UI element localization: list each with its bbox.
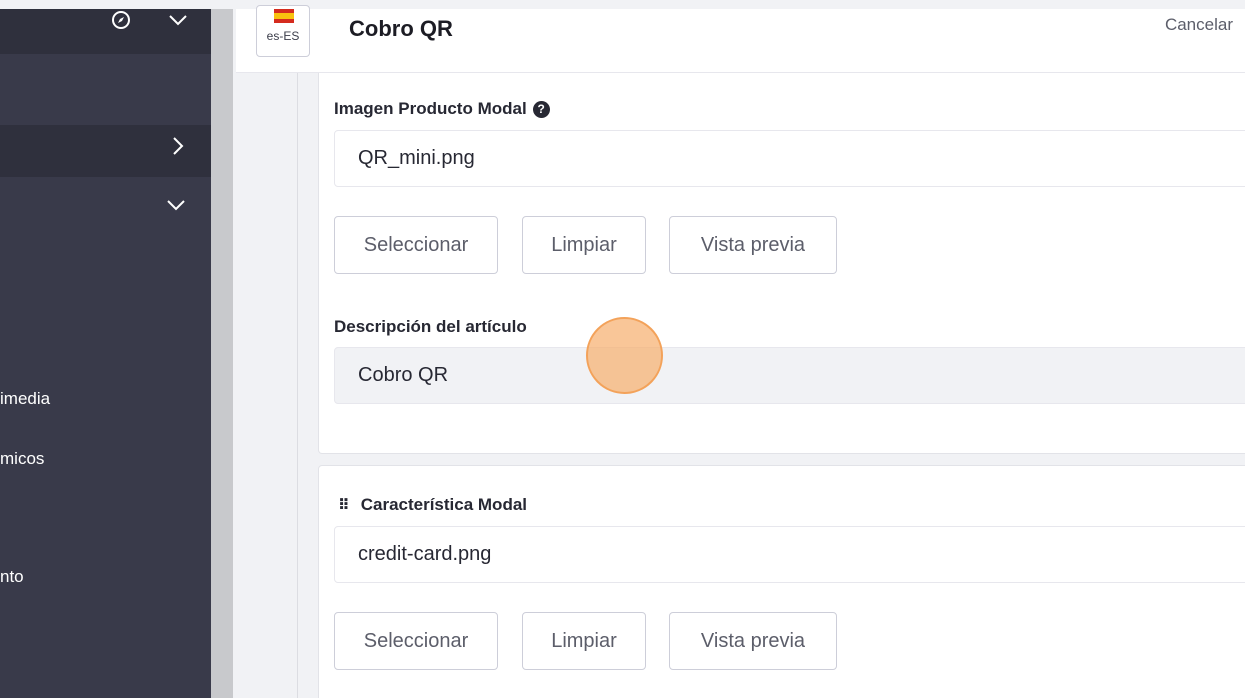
select-button[interactable]: Seleccionar [334,612,498,670]
sidebar-item-label[interactable]: imedia [0,389,50,409]
sidebar-item-label[interactable]: nto [0,567,24,587]
description-field-label: Descripción del artículo [334,317,527,336]
image-input-value: QR_mini.png [358,147,475,169]
description-input[interactable]: Cobro QR [334,347,1245,404]
help-icon[interactable]: ? [532,100,550,118]
cursor-highlight [586,317,663,394]
sidebar-resize-bar[interactable] [211,9,233,698]
chevron-down-icon[interactable] [164,197,188,213]
feature-input-value: credit-card.png [358,543,492,565]
preview-button[interactable]: Vista previa [669,612,837,670]
feature-field-label-text: Característica Modal [360,495,528,514]
top-strip [0,0,1245,9]
language-code: es-ES [266,29,300,43]
feature-input[interactable]: credit-card.png [334,526,1245,583]
image-field-label: Imagen Producto Modal ? [334,99,550,119]
page-title: Cobro QR [349,16,453,41]
cancel-link[interactable]: Cancelar [1165,15,1233,35]
chevron-right-icon[interactable] [168,135,188,157]
preview-button[interactable]: Vista previa [669,216,837,274]
sidebar-item-label[interactable]: micos [0,449,44,469]
header: es-ES Cobro QR Cancelar [236,5,1245,73]
clear-button[interactable]: Limpiar [522,612,646,670]
description-input-value: Cobro QR [358,364,449,386]
drag-handle-icon[interactable]: ⠿ [338,496,350,514]
panel-guide-line [297,73,298,698]
chevron-down-icon[interactable] [166,10,190,30]
image-field-label-text: Imagen Producto Modal [334,99,527,118]
select-button[interactable]: Seleccionar [334,216,498,274]
sidebar: imedia micos nto [0,9,211,698]
clear-button[interactable]: Limpiar [522,216,646,274]
compass-icon[interactable] [110,10,132,30]
language-selector-button[interactable]: es-ES [256,5,310,57]
spain-flag-icon [274,9,294,23]
feature-field-label: ⠿ Característica Modal [338,495,527,515]
image-input[interactable]: QR_mini.png [334,130,1245,187]
